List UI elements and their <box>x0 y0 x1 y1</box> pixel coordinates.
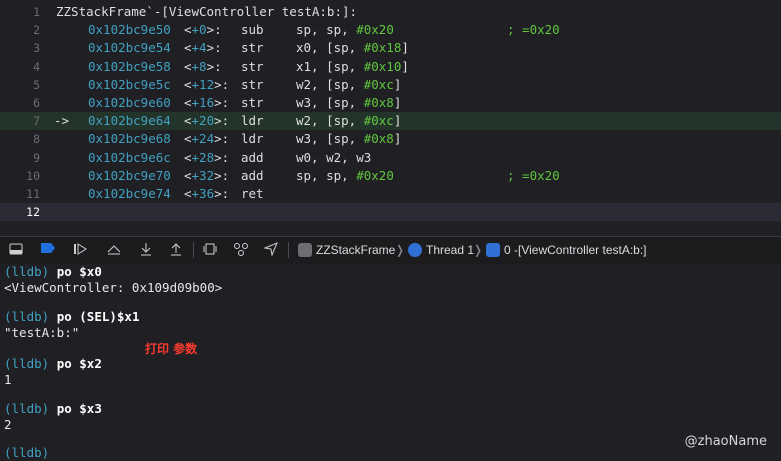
console-command-line: (lldb) po (SEL)$x1 <box>4 309 140 324</box>
instruction-operands: sp, sp, #0x20 <box>296 167 394 183</box>
code-line[interactable]: 3 0x102bc9e54 <+4>: str x0, [sp, #0x18] <box>0 39 781 57</box>
instruction-offset: <+20>: <box>184 113 230 129</box>
instruction-address: 0x102bc9e68 <box>88 131 171 147</box>
step-out-icon[interactable] <box>168 242 184 258</box>
annotation-label: 打印 参数 <box>145 342 198 356</box>
code-line[interactable]: 6 0x102bc9e60 <+16>: str w3, [sp, #0x8] <box>0 94 781 112</box>
thread-icon <box>408 243 422 257</box>
view-hierarchy-icon[interactable] <box>202 242 218 258</box>
instruction-comment: ; =0x20 <box>507 22 560 38</box>
instruction-mnemonic: ret <box>241 186 264 201</box>
line-number: 1 <box>33 5 40 19</box>
breadcrumb-frame[interactable]: 0 -[ViewController testA:b:] <box>504 237 647 264</box>
console-command-line: (lldb) po $x0 <box>4 264 102 279</box>
code-line[interactable]: 1 ZZStackFrame`-[ViewController testA:b:]… <box>0 3 781 21</box>
instruction-address: 0x102bc9e64 <box>88 113 171 129</box>
code-line[interactable]: 2 0x102bc9e50 <+0>: sub sp, sp, #0x20 ; =0x20 <box>0 21 781 39</box>
toolbar-divider <box>193 242 194 258</box>
line-number: 10 <box>26 168 40 183</box>
app-target-icon <box>298 243 312 257</box>
instruction-mnemonic: ldr <box>241 131 264 147</box>
line-number: 3 <box>33 41 40 56</box>
line-number: 2 <box>33 23 40 38</box>
chevron-right-icon: ❭ <box>395 243 406 257</box>
line-number: 4 <box>33 59 40 74</box>
instruction-address: 0x102bc9e74 <box>88 186 171 201</box>
instruction-offset: <+36>: <box>184 186 230 201</box>
breakpoint-toggle-icon[interactable] <box>40 242 56 258</box>
instruction-address: 0x102bc9e54 <box>88 40 171 56</box>
code-line[interactable]: 10 0x102bc9e70 <+32>: add sp, sp, #0x20 ; =0x… <box>0 167 781 185</box>
instruction-mnemonic: add <box>241 167 264 183</box>
instruction-mnemonic: str <box>241 58 264 74</box>
instruction-address: 0x102bc9e5c <box>88 76 171 92</box>
instruction-mnemonic: ldr <box>241 113 264 129</box>
console-output: <ViewController: 0x109d09b00> <box>4 280 223 295</box>
instruction-operands: w0, w2, w3 <box>296 149 372 165</box>
chevron-right-icon: ❭ <box>473 243 484 257</box>
line-number: 7 <box>33 114 40 129</box>
instruction-comment: ; =0x20 <box>507 167 560 183</box>
instruction-mnemonic: add <box>241 149 264 165</box>
console-output: 1 <box>4 372 12 387</box>
code-line[interactable]: 9 0x102bc9e6c <+28>: add w0, w2, w3 <box>0 149 781 167</box>
instruction-offset: <+32>: <box>184 167 230 183</box>
instruction-offset: <+24>: <box>184 131 230 147</box>
function-label: ZZStackFrame`-[ViewController testA:b:]: <box>56 4 358 19</box>
instruction-operands: x0, [sp, #0x18] <box>296 40 409 56</box>
toolbar-divider <box>288 242 289 258</box>
instruction-operands: w3, [sp, #0x8] <box>296 131 402 147</box>
debug-toolbar: ZZStackFrame ❭ Thread 1 ❭ 0 -[ViewContro… <box>0 236 781 265</box>
instruction-address: 0x102bc9e58 <box>88 58 171 74</box>
instruction-offset: <+4>: <box>184 40 222 56</box>
code-line[interactable]: 8 0x102bc9e68 <+24>: ldr w3, [sp, #0x8] <box>0 130 781 148</box>
code-line[interactable]: 11 0x102bc9e74 <+36>: ret <box>0 185 781 203</box>
instruction-address: 0x102bc9e6c <box>88 149 171 165</box>
code-line[interactable]: 5 0x102bc9e5c <+12>: str w2, [sp, #0xc] <box>0 76 781 94</box>
instruction-operands: w3, [sp, #0x8] <box>296 95 402 110</box>
instruction-address: 0x102bc9e70 <box>88 167 171 183</box>
breadcrumb-app[interactable]: ZZStackFrame <box>316 237 395 264</box>
frame-user-icon <box>486 243 500 257</box>
step-over-icon[interactable] <box>106 242 122 258</box>
instruction-mnemonic: str <box>241 76 264 92</box>
watermark: @zhaoName <box>684 434 767 449</box>
console-command-line: (lldb) po $x3 <box>4 401 102 416</box>
lldb-console[interactable]: (lldb) po $x0 <ViewController: 0x109d09b… <box>0 264 781 460</box>
instruction-offset: <+12>: <box>184 76 230 92</box>
breadcrumb-thread[interactable]: Thread 1 <box>426 237 474 264</box>
instruction-operands: sp, sp, #0x20 <box>296 22 394 38</box>
instruction-operands: x1, [sp, #0x10] <box>296 58 409 74</box>
line-number: 11 <box>26 187 40 201</box>
location-icon[interactable] <box>263 242 279 258</box>
disassembly-editor: 1 ZZStackFrame`-[ViewController testA:b:]… <box>0 0 781 230</box>
continue-icon[interactable] <box>72 242 88 258</box>
instruction-mnemonic: sub <box>241 22 264 38</box>
instruction-mnemonic: str <box>241 95 264 110</box>
hide-console-icon[interactable] <box>8 242 24 258</box>
instruction-address: 0x102bc9e60 <box>88 95 171 110</box>
line-number: 9 <box>33 150 40 165</box>
code-line[interactable]: 4 0x102bc9e58 <+8>: str x1, [sp, #0x10] <box>0 58 781 76</box>
instruction-mnemonic: str <box>241 40 264 56</box>
code-line[interactable]: 7 -> 0x102bc9e64 <+20>: ldr w2, [sp, #0xc] <box>0 112 781 131</box>
instruction-offset: <+16>: <box>184 95 230 110</box>
instruction-operands: w2, [sp, #0xc] <box>296 113 402 129</box>
current-instruction-arrow: -> <box>54 113 70 129</box>
instruction-offset: <+0>: <box>184 22 222 38</box>
instruction-offset: <+28>: <box>184 149 230 165</box>
line-number: 6 <box>33 96 40 110</box>
console-command-line: (lldb) po $x2 <box>4 356 102 371</box>
code-line[interactable]: 12 <box>0 203 781 222</box>
step-into-icon[interactable] <box>138 242 154 258</box>
instruction-operands: w2, [sp, #0xc] <box>296 76 402 92</box>
line-number: 8 <box>33 132 40 147</box>
instruction-offset: <+8>: <box>184 58 222 74</box>
console-output: 2 <box>4 417 12 432</box>
instruction-address: 0x102bc9e50 <box>88 22 171 38</box>
console-output: "testA:b:" <box>4 325 80 340</box>
line-number: 5 <box>33 77 40 92</box>
memory-graph-icon[interactable] <box>233 242 249 258</box>
line-number: 12 <box>26 205 40 220</box>
